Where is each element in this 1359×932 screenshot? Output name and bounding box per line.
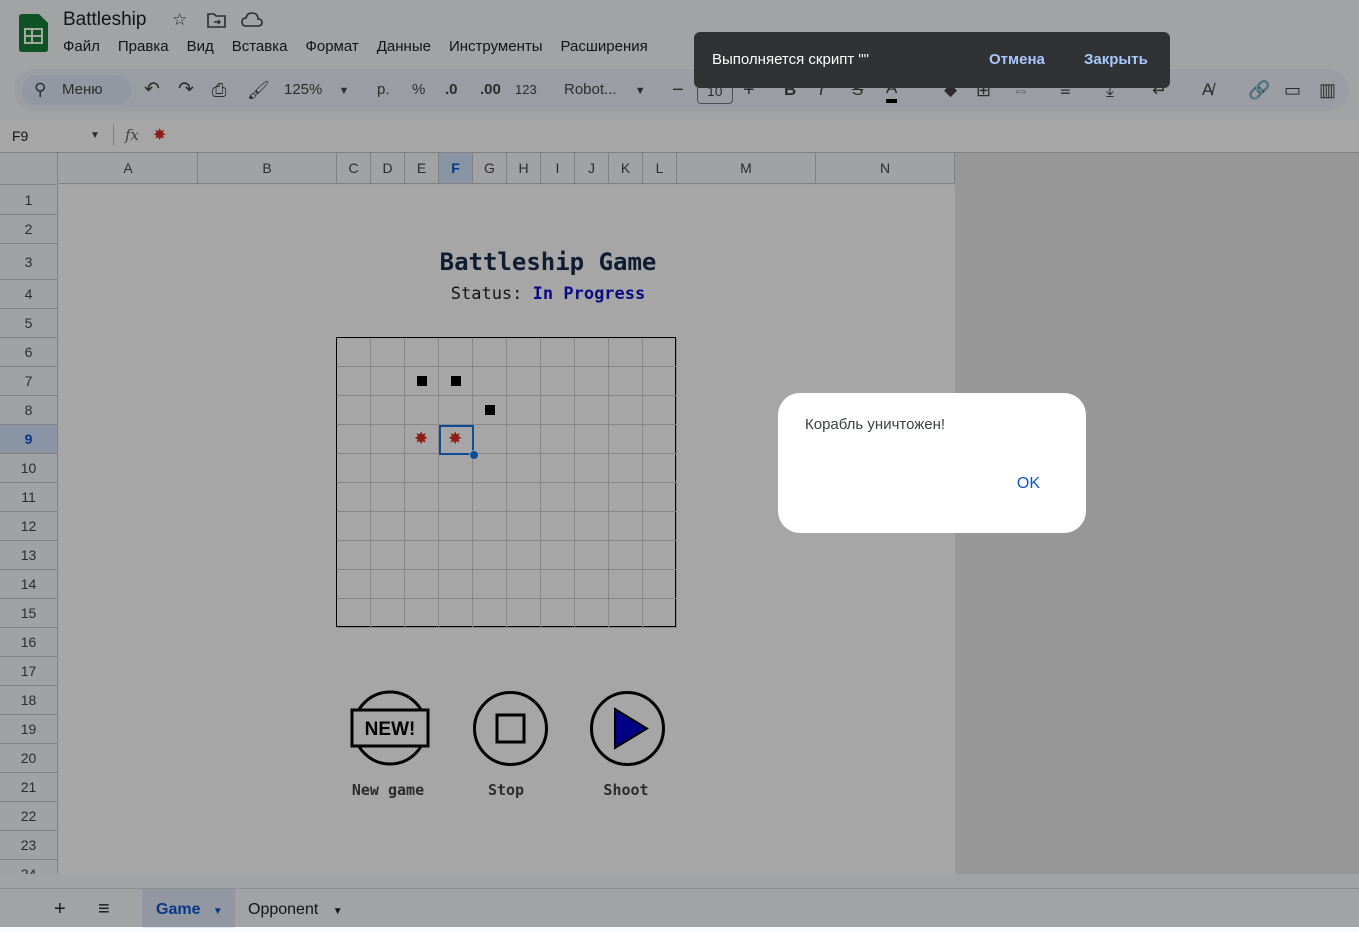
toast-close-button[interactable]: Закрыть	[1084, 51, 1148, 68]
alert-dialog: Корабль уничтожен! OK	[778, 393, 1086, 533]
script-running-toast: Выполняется скрипт "" Отмена Закрыть	[694, 32, 1170, 88]
modal-overlay	[0, 0, 1359, 927]
ok-button[interactable]: OK	[1017, 475, 1040, 493]
toast-cancel-button[interactable]: Отмена	[989, 51, 1045, 68]
toast-text: Выполняется скрипт ""	[712, 51, 870, 68]
dialog-message: Корабль уничтожен!	[805, 416, 946, 433]
